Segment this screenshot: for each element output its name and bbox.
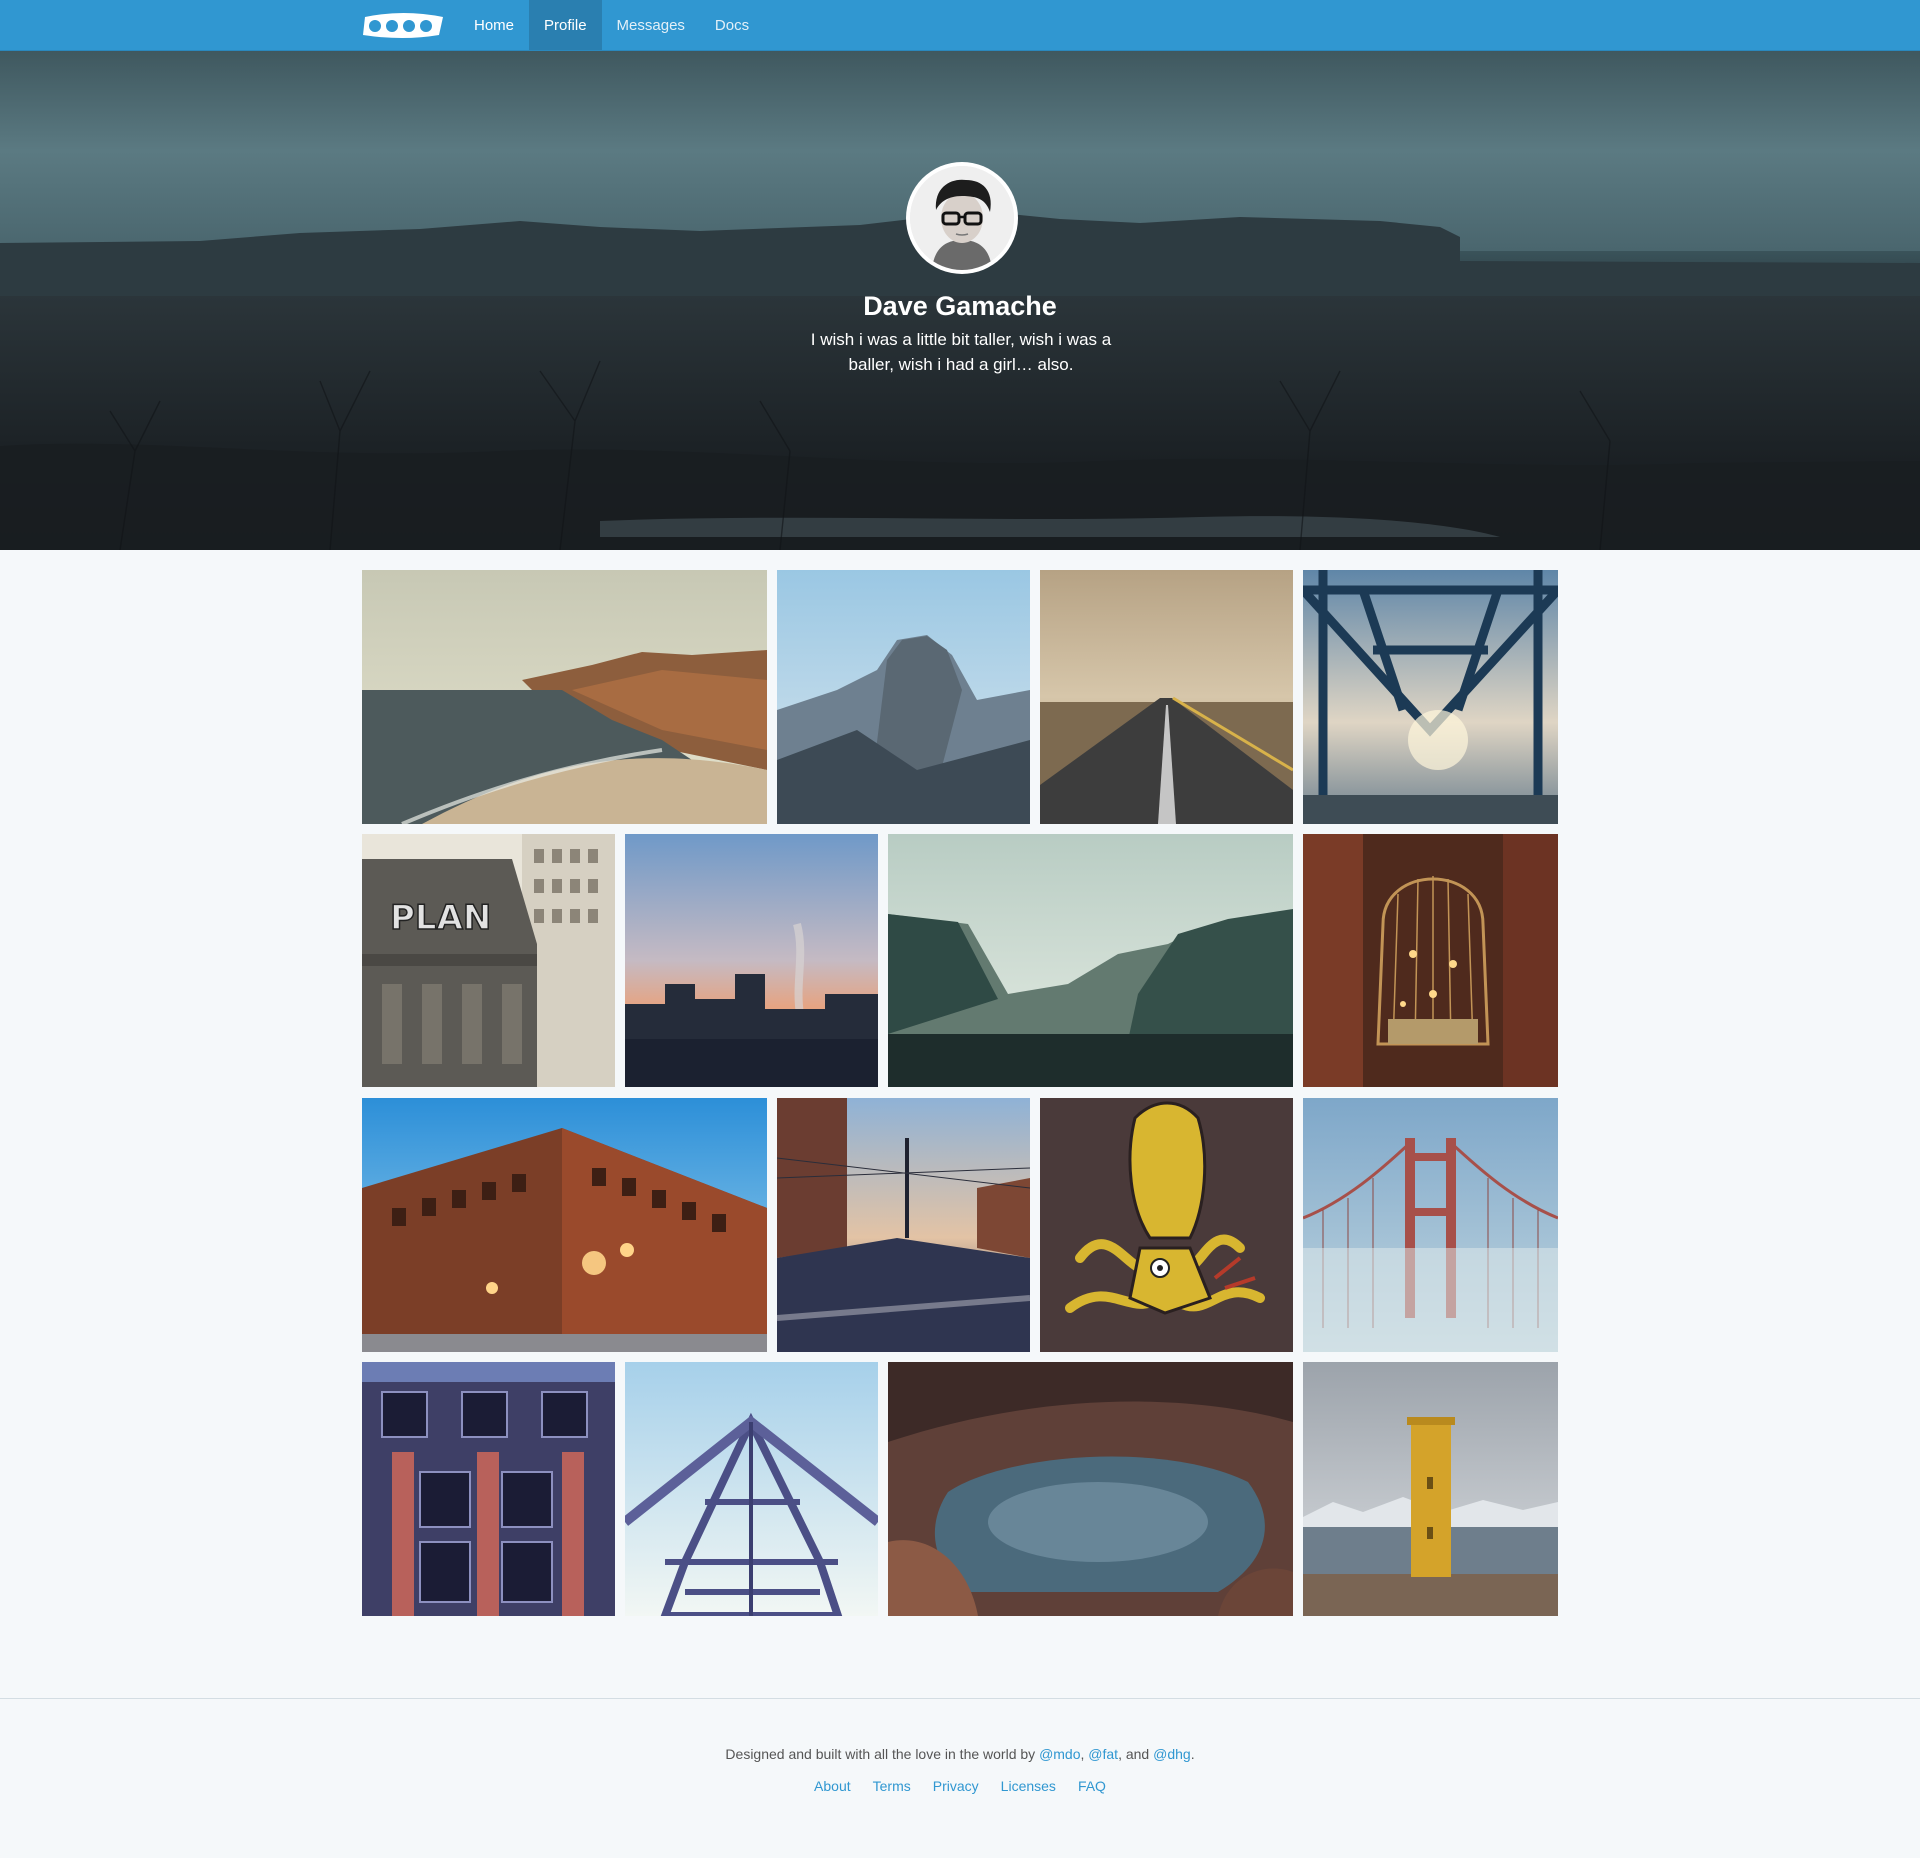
street-photo xyxy=(777,1098,1030,1352)
top-navbar: Home Profile Messages Docs xyxy=(0,0,1920,51)
observation-tower-photo xyxy=(625,1362,878,1616)
page-footer: Designed and built with all the love in … xyxy=(0,1698,1920,1858)
photo-tile[interactable] xyxy=(625,834,878,1087)
photo-tile[interactable] xyxy=(625,1362,878,1616)
nav-links: Home Profile Messages Docs xyxy=(459,0,764,50)
photo-tile[interactable] xyxy=(362,1098,767,1352)
profile-avatar[interactable] xyxy=(906,162,1018,274)
half-dome-photo xyxy=(777,570,1030,824)
footer-link-about[interactable]: About xyxy=(814,1778,851,1794)
yellow-lighthouse-photo xyxy=(1303,1362,1558,1616)
photo-tile[interactable]: PLAN xyxy=(362,834,615,1087)
navbar-container: Home Profile Messages Docs xyxy=(361,0,764,50)
birdcage-photo xyxy=(1303,834,1558,1087)
avatar-image xyxy=(910,166,1014,270)
desert-highway-photo xyxy=(1040,570,1293,824)
footer-links: About Terms Privacy Licenses FAQ xyxy=(0,1778,1920,1794)
footer-link-faq[interactable]: FAQ xyxy=(1078,1778,1106,1794)
photo-tile[interactable] xyxy=(362,570,767,824)
author-link-dhg[interactable]: @dhg xyxy=(1153,1746,1191,1762)
photo-tile[interactable] xyxy=(1040,570,1293,824)
photo-tile[interactable] xyxy=(1040,1098,1293,1352)
photo-tile[interactable] xyxy=(1303,834,1558,1087)
bridge-truss-photo xyxy=(1303,570,1558,824)
nav-docs[interactable]: Docs xyxy=(700,0,764,50)
author-link-mdo[interactable]: @mdo xyxy=(1039,1746,1080,1762)
photo-tile[interactable] xyxy=(1303,570,1558,824)
photo-tile[interactable] xyxy=(362,1362,615,1616)
photo-tile[interactable] xyxy=(777,570,1030,824)
brick-facade-photo xyxy=(362,1362,615,1616)
footer-link-terms[interactable]: Terms xyxy=(873,1778,911,1794)
city-sunset-photo xyxy=(625,834,878,1087)
photo-grid: PLAN xyxy=(362,570,1558,1616)
golden-gate-fog-photo xyxy=(1303,1098,1558,1352)
svg-text:PLAN: PLAN xyxy=(390,898,491,938)
cave-hot-spring-photo xyxy=(888,1362,1293,1616)
footer-link-privacy[interactable]: Privacy xyxy=(933,1778,979,1794)
profile-name: Dave Gamache xyxy=(863,291,1057,321)
coastal-cliffs-photo xyxy=(362,570,767,824)
brick-warehouse-photo xyxy=(362,1098,767,1352)
valley-photo xyxy=(888,834,1293,1087)
graffiti-building-photo: PLAN xyxy=(362,834,615,1087)
profile-header: Dave Gamache I wish i was a little bit t… xyxy=(0,51,1920,550)
profile-bio: I wish i was a little bit taller, wish i… xyxy=(810,330,1112,374)
nav-home[interactable]: Home xyxy=(459,0,529,50)
brand-logo-icon[interactable] xyxy=(361,11,445,39)
nav-messages[interactable]: Messages xyxy=(602,0,700,50)
nav-profile[interactable]: Profile xyxy=(529,0,602,50)
photo-tile[interactable] xyxy=(1303,1098,1558,1352)
footer-link-licenses[interactable]: Licenses xyxy=(1001,1778,1056,1794)
footer-credit: Designed and built with all the love in … xyxy=(725,1746,1195,1762)
photo-tile[interactable] xyxy=(777,1098,1030,1352)
photo-tile[interactable] xyxy=(888,1362,1293,1616)
photo-tile[interactable] xyxy=(1303,1362,1558,1616)
photo-tile[interactable] xyxy=(888,834,1293,1087)
squid-deer-mural-photo xyxy=(1040,1098,1293,1352)
author-link-fat[interactable]: @fat xyxy=(1088,1746,1118,1762)
